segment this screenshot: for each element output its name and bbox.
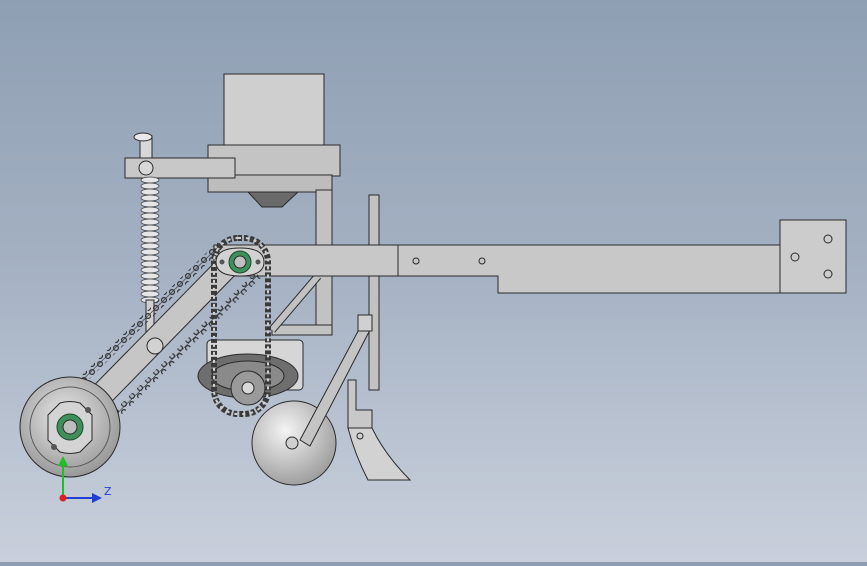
spring-coil <box>140 260 160 268</box>
spring-coil <box>140 194 160 202</box>
spring-coil <box>140 284 160 292</box>
z-axis-arrow <box>92 493 102 503</box>
spring-coil <box>140 176 160 184</box>
seed-hopper[interactable] <box>207 73 341 208</box>
spring-coil <box>140 230 160 238</box>
spring-coil <box>140 236 160 244</box>
z-axis-label: Z <box>104 485 112 498</box>
press-wheel[interactable] <box>19 376 121 478</box>
spring-coil <box>140 266 160 274</box>
hitch-plate[interactable] <box>779 219 847 294</box>
seeder-assembly-drawing: Z <box>19 73 847 503</box>
spring-coil <box>140 248 160 256</box>
spring-coil <box>140 278 160 286</box>
coulter-post[interactable] <box>368 194 380 391</box>
spring-coil <box>140 224 160 232</box>
spring-coil <box>140 242 160 250</box>
main-frame-beam[interactable] <box>213 244 781 294</box>
spring-coil <box>140 212 160 220</box>
spring-coil <box>140 272 160 280</box>
spring-coil <box>140 290 160 298</box>
cad-viewport[interactable]: Z <box>0 0 867 562</box>
spring-coil <box>140 188 160 196</box>
spring-coil <box>140 218 160 226</box>
spring-coil <box>140 206 160 214</box>
triad-origin <box>59 494 67 502</box>
frame-bearing[interactable] <box>215 247 265 277</box>
spring-coil <box>140 254 160 262</box>
spring-coil <box>140 200 160 208</box>
meter-sprocket[interactable] <box>230 370 266 406</box>
furrow-opener[interactable] <box>347 379 412 481</box>
spring-coil <box>140 182 160 190</box>
